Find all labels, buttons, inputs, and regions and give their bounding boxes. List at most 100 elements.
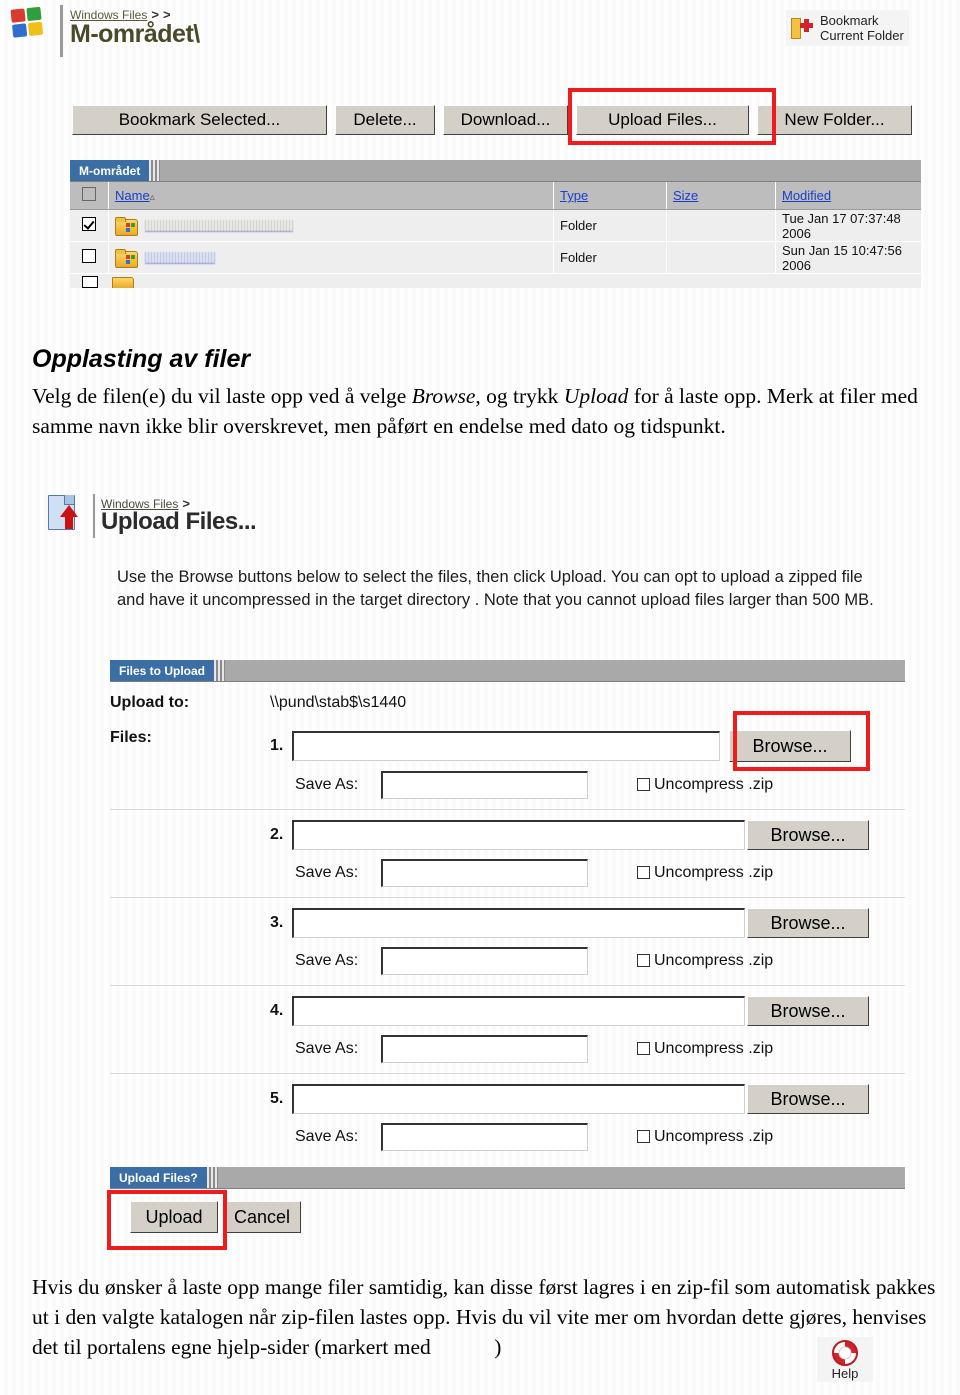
browse-button[interactable]: Browse... — [747, 1084, 869, 1114]
row-name-cell[interactable] — [108, 241, 554, 274]
annotation-box-browse — [733, 711, 870, 771]
column-header-name[interactable]: Name▵ — [108, 182, 554, 210]
column-header-name-link[interactable]: Name — [115, 188, 150, 203]
cancel-button[interactable]: Cancel — [223, 1201, 301, 1233]
column-header-size[interactable]: Size — [666, 182, 776, 210]
uncompress-zip-checkbox-group[interactable]: Uncompress .zip — [637, 864, 773, 882]
help-button[interactable]: Help — [817, 1337, 873, 1382]
windows-logo-icon — [10, 6, 46, 40]
footer-paragraph-part-1: Hvis du ønsker å laste opp mange filer s… — [32, 1275, 936, 1359]
table-header-row: Name▵ Type Size Modified — [70, 182, 921, 210]
folder-icon — [115, 217, 138, 237]
panel-grip-icon — [206, 1167, 218, 1188]
footer-paragraph-part-2: ) — [494, 1335, 502, 1359]
bookmark-current-folder-button[interactable]: Bookmark Current Folder — [786, 10, 909, 46]
table-row[interactable]: Folder Sun Jan 15 10:47:56 2006 — [70, 241, 921, 274]
uncompress-zip-checkbox-group[interactable]: Uncompress .zip — [637, 952, 773, 970]
page-title: M-området\ — [70, 20, 200, 48]
table-row[interactable]: Folder Tue Jan 17 07:37:48 2006 — [70, 209, 921, 242]
uncompress-zip-label: Uncompress .zip — [654, 864, 774, 881]
upload-to-value: \\pund\stab$\s1440 — [270, 694, 407, 711]
redacted-folder-name[interactable] — [144, 219, 293, 232]
select-all-icon[interactable] — [82, 187, 96, 201]
annotation-box-upload — [107, 1190, 227, 1250]
upload-row-number: 4. — [270, 1002, 284, 1019]
file-path-input[interactable] — [292, 996, 745, 1026]
uncompress-zip-label: Uncompress .zip — [654, 1128, 774, 1145]
uncompress-zip-checkbox[interactable] — [637, 1130, 650, 1143]
upload-row-number: 3. — [270, 914, 284, 931]
row-divider — [110, 985, 905, 986]
file-browser-screenshot: Windows Files > > M-området\ Bookmark Cu… — [0, 0, 960, 300]
bookmark-add-icon — [791, 17, 813, 39]
header-divider — [93, 494, 95, 538]
file-panel-title-bar: M-området — [70, 160, 921, 182]
upload-page-icon — [48, 495, 82, 533]
save-as-input[interactable] — [381, 1035, 588, 1063]
upload-row: 4. Browse... Save As: Uncompress .zip — [110, 996, 905, 1063]
folder-icon — [115, 249, 138, 269]
browse-button[interactable]: Browse... — [747, 996, 869, 1026]
row-checkbox-cell[interactable] — [70, 241, 109, 274]
delete-button[interactable]: Delete... — [335, 105, 435, 135]
file-path-input[interactable] — [292, 820, 745, 850]
upload-files-submit-tab-label: Upload Files? — [110, 1167, 207, 1188]
emphasis-browse: Browse — [411, 384, 476, 408]
uncompress-zip-checkbox-group[interactable]: Uncompress .zip — [637, 1040, 773, 1058]
upload-to-label: Upload to: — [110, 694, 190, 711]
help-lifering-icon[interactable] — [832, 1340, 858, 1366]
panel-grip-icon — [214, 660, 226, 681]
file-path-input[interactable] — [292, 1084, 745, 1114]
row-type-cell: Folder — [553, 241, 667, 274]
emphasis-upload: Upload — [563, 384, 629, 408]
uncompress-zip-checkbox[interactable] — [637, 1042, 650, 1055]
new-folder-button[interactable]: New Folder... — [757, 105, 912, 135]
uncompress-zip-label: Uncompress .zip — [654, 1040, 774, 1057]
uncompress-zip-checkbox[interactable] — [637, 866, 650, 879]
redacted-folder-name[interactable] — [144, 251, 215, 264]
save-as-input[interactable] — [381, 1123, 588, 1151]
browse-button[interactable]: Browse... — [747, 908, 869, 938]
save-as-input[interactable] — [381, 947, 588, 975]
section-paragraph: Velg de filen(e) du vil laste opp ved å … — [32, 381, 937, 441]
file-path-input[interactable] — [292, 731, 720, 761]
bookmark-current-folder-label: Bookmark Current Folder — [820, 13, 904, 43]
upload-row-number: 5. — [270, 1090, 284, 1107]
download-button[interactable]: Download... — [443, 105, 568, 135]
row-size-cell — [666, 241, 776, 274]
uncompress-zip-label: Uncompress .zip — [654, 776, 774, 793]
row-checkbox-unchecked[interactable] — [82, 276, 98, 288]
row-checkbox-unchecked[interactable] — [82, 249, 96, 263]
save-as-label: Save As: — [295, 1040, 359, 1057]
uncompress-zip-checkbox[interactable] — [637, 954, 650, 967]
column-header-type[interactable]: Type — [553, 182, 667, 210]
uncompress-zip-checkbox-group[interactable]: Uncompress .zip — [637, 1128, 773, 1146]
column-header-size-link[interactable]: Size — [673, 188, 698, 203]
row-modified-cell: Tue Jan 17 07:37:48 2006 — [775, 209, 921, 242]
column-header-type-link[interactable]: Type — [560, 188, 588, 203]
row-modified-cell: Sun Jan 15 10:47:56 2006 — [775, 241, 921, 274]
upload-instructions: Use the Browse buttons below to select t… — [117, 568, 874, 609]
row-name-cell[interactable] — [108, 209, 554, 242]
files-to-upload-tab-label: Files to Upload — [110, 660, 215, 681]
file-table: Name▵ Type Size Modified Folder Tue Jan … — [70, 182, 921, 274]
row-checkbox-cell[interactable] — [70, 209, 109, 242]
select-all-column-header[interactable] — [70, 182, 109, 210]
row-type-cell: Folder — [553, 209, 667, 242]
save-as-input[interactable] — [381, 859, 588, 887]
bookmark-selected-button[interactable]: Bookmark Selected... — [72, 105, 327, 135]
row-size-cell — [666, 209, 776, 242]
row-checkbox-checked[interactable] — [82, 217, 96, 231]
save-as-input[interactable] — [381, 771, 588, 799]
column-header-modified-link[interactable]: Modified — [782, 188, 831, 203]
save-as-label: Save As: — [295, 952, 359, 969]
uncompress-zip-checkbox-group[interactable]: Uncompress .zip — [637, 776, 773, 794]
browse-button[interactable]: Browse... — [747, 820, 869, 850]
files-label: Files: — [110, 729, 152, 746]
file-path-input[interactable] — [292, 908, 745, 938]
uncompress-zip-checkbox[interactable] — [637, 778, 650, 791]
column-header-modified[interactable]: Modified — [775, 182, 921, 210]
upload-row-number: 2. — [270, 826, 284, 843]
section-opplasting: Opplasting av filer Velg de filen(e) du … — [32, 345, 937, 441]
upload-row-number: 1. — [270, 737, 284, 754]
